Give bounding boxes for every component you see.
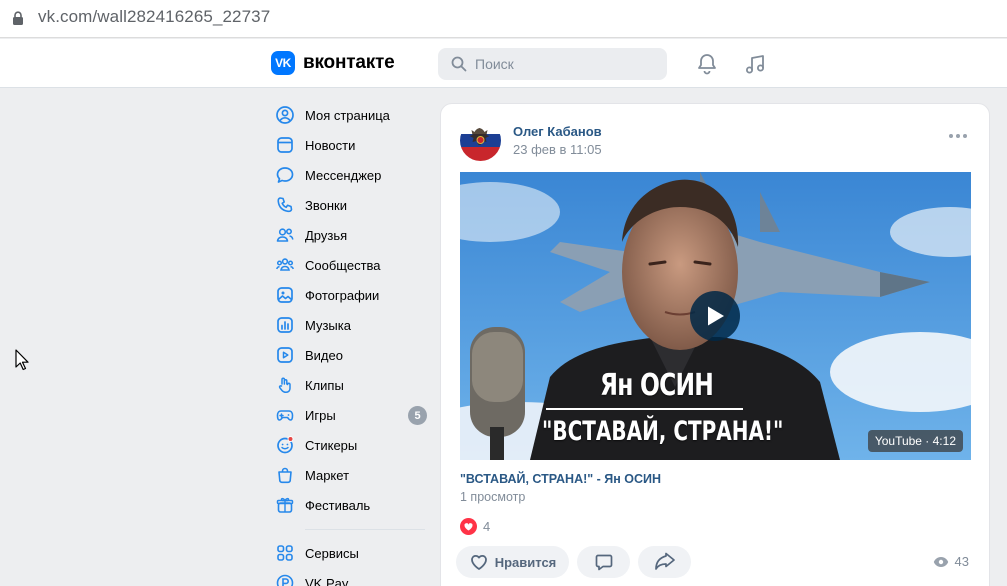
sidebar-item-calls[interactable]: Звонки: [270, 190, 430, 220]
user-circle-icon: [275, 105, 295, 125]
phone-icon: [275, 195, 295, 215]
url-field[interactable]: vk.com/wall282416265_22737: [38, 7, 270, 27]
bell-icon[interactable]: [695, 52, 719, 76]
clips-icon: [275, 375, 295, 395]
sidebar-item-label: Новости: [305, 137, 356, 153]
music-icon: [275, 315, 295, 335]
heart-icon: [470, 554, 487, 570]
video-title-link[interactable]: "ВСТАВАЙ, СТРАНА!" - Ян ОСИН: [460, 472, 661, 486]
market-icon: [275, 465, 295, 485]
sidebar-item-label: Видео: [305, 347, 343, 363]
sidebar-item-label: Сообщества: [305, 257, 381, 273]
top-header: VK вконтакте: [0, 39, 1007, 88]
sidebar-divider: [305, 529, 425, 530]
post-author-name[interactable]: Олег Кабанов: [513, 124, 602, 139]
sticker-icon: [275, 435, 295, 455]
post-views-count: 43: [954, 554, 969, 569]
author-avatar[interactable]: [460, 120, 501, 161]
sidebar-item-festival[interactable]: Фестиваль: [270, 490, 430, 520]
video-overlay-song: "ВСТАВАЙ, СТРАНА!": [542, 416, 784, 447]
search-input[interactable]: [475, 56, 645, 72]
sidebar-item-news[interactable]: Новости: [270, 130, 430, 160]
more-options-icon[interactable]: [949, 134, 967, 138]
message-icon: [275, 165, 295, 185]
sidebar-item-label: VK Pay: [305, 575, 349, 586]
sidebar-item-clips[interactable]: Клипы: [270, 370, 430, 400]
sidebar-item-label: Клипы: [305, 377, 344, 393]
eye-icon: [933, 556, 948, 567]
like-label: Нравится: [494, 554, 557, 570]
post-actions: Нравится: [456, 546, 691, 578]
photo-icon: [275, 285, 295, 305]
sidebar-item-label: Игры: [305, 407, 336, 423]
comment-icon: [595, 554, 612, 571]
video-thumbnail[interactable]: Ян ОСИН "ВСТАВАЙ, СТРАНА!" YouTube · 4:1…: [460, 172, 971, 460]
video-icon: [275, 345, 295, 365]
sidebar-item-label: Друзья: [305, 227, 348, 243]
newsfeed-icon: [275, 135, 295, 155]
sidebar-item-messenger[interactable]: Мессенджер: [270, 160, 430, 190]
mouse-cursor-icon: [15, 349, 29, 371]
sidebar-item-services[interactable]: Сервисы: [270, 538, 430, 568]
sidebar-item-market[interactable]: Маркет: [270, 460, 430, 490]
video-overlay-divider: [546, 408, 743, 410]
communities-icon: [275, 255, 295, 275]
post-date[interactable]: 23 фев в 11:05: [513, 142, 602, 157]
sidebar-item-label: Звонки: [305, 197, 347, 213]
sidebar-item-label: Фотографии: [305, 287, 380, 303]
search-box[interactable]: [438, 48, 667, 80]
gift-icon: [275, 495, 295, 515]
reactions-summary[interactable]: 4: [460, 518, 490, 535]
heart-reaction-icon: [460, 518, 477, 535]
search-icon: [451, 56, 467, 72]
video-source-duration: YouTube · 4:12: [867, 430, 963, 452]
vkpay-icon: [275, 573, 295, 586]
sidebar-item-label: Мессенджер: [305, 167, 382, 183]
sidebar-item-my-page[interactable]: Моя страница: [270, 100, 430, 130]
left-sidebar: Моя страница Новости Мессенджер Звонки Д…: [270, 100, 430, 586]
sidebar-item-label: Музыка: [305, 317, 351, 333]
video-views: 1 просмотр: [460, 490, 526, 504]
reactions-count: 4: [483, 519, 491, 534]
gamepad-icon: [275, 405, 295, 425]
sidebar-item-communities[interactable]: Сообщества: [270, 250, 430, 280]
sidebar-item-music[interactable]: Музыка: [270, 310, 430, 340]
lock-icon: [13, 11, 23, 25]
sidebar-item-label: Сервисы: [305, 545, 359, 561]
sidebar-item-label: Фестиваль: [305, 497, 371, 513]
comment-button[interactable]: [577, 546, 630, 578]
sidebar-item-video[interactable]: Видео: [270, 340, 430, 370]
sidebar-item-label: Стикеры: [305, 437, 358, 453]
vk-logo-icon: VK: [271, 51, 295, 75]
share-icon: [654, 552, 675, 570]
post-views: 43: [933, 554, 969, 569]
logo-text: вконтакте: [303, 52, 395, 73]
like-button[interactable]: Нравится: [456, 546, 569, 578]
sidebar-item-label: Моя страница: [305, 107, 390, 123]
sidebar-item-photos[interactable]: Фотографии: [270, 280, 430, 310]
wall-post: Олег Кабанов 23 фев в 11:05 Ян ОСИН "ВСТ…: [440, 103, 990, 586]
sidebar-item-label: Маркет: [305, 467, 350, 483]
sidebar-item-stickers[interactable]: Стикеры: [270, 430, 430, 460]
games-counter-badge: 5: [408, 406, 427, 425]
share-button[interactable]: [638, 546, 691, 578]
play-icon: [708, 306, 724, 326]
video-overlay-artist: Ян ОСИН: [600, 368, 714, 403]
music-note-icon[interactable]: [743, 52, 767, 76]
services-icon: [275, 543, 295, 563]
sidebar-item-vkpay[interactable]: VK Pay: [270, 568, 430, 586]
vk-logo[interactable]: VK вконтакте: [271, 51, 395, 75]
friends-icon: [275, 225, 295, 245]
sidebar-item-friends[interactable]: Друзья: [270, 220, 430, 250]
sidebar-item-games[interactable]: Игры 5: [270, 400, 430, 430]
play-button[interactable]: [690, 291, 740, 341]
browser-address-bar: vk.com/wall282416265_22737: [0, 0, 1007, 38]
